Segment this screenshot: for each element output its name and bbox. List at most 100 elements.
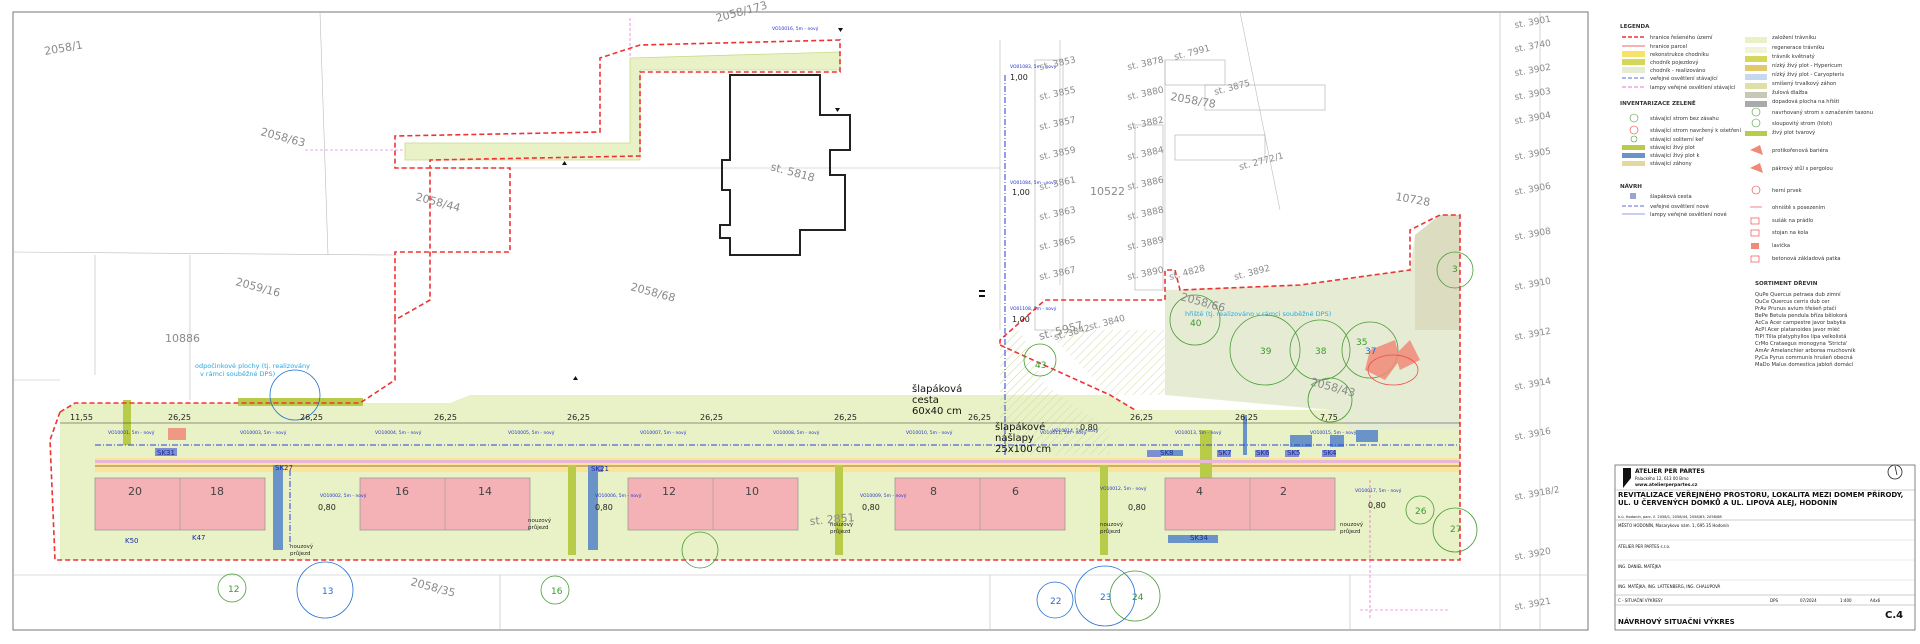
legend-item: veřejné osvětlení stávající bbox=[1650, 75, 1718, 82]
st-label: st. 3921 bbox=[1514, 597, 1552, 613]
note-paving-60x40: šlapáková bbox=[912, 383, 962, 395]
passage-label: průjezd bbox=[1100, 528, 1121, 535]
legend-item: navrhovaný strom s označením taxonu bbox=[1772, 109, 1873, 116]
passage-label: průjezd bbox=[830, 528, 851, 535]
dimension-value: 26,25 bbox=[834, 413, 857, 422]
legend-item: stávající soliterní keř bbox=[1650, 136, 1704, 143]
house-number: 10 bbox=[745, 485, 759, 498]
legend-item: rekonstrukce chodníku bbox=[1650, 51, 1709, 58]
firm-name: ATELIER PER PARTES bbox=[1635, 468, 1705, 475]
investor: MĚSTO HODONÍN, Masarykovo nám. 1, 695 35… bbox=[1618, 523, 1729, 528]
species-row: PrAv Prunus avium třešeň ptačí bbox=[1755, 305, 1837, 312]
format: A4x6 bbox=[1870, 598, 1881, 603]
legend-section-title: NÁVRH bbox=[1620, 183, 1642, 190]
dimension-value: 0,80 bbox=[318, 503, 336, 512]
markers bbox=[562, 28, 985, 380]
lamp-label: VO10010, 5m - nový bbox=[906, 429, 953, 436]
tree-number: 24 bbox=[1132, 593, 1144, 603]
scale: 1:400 bbox=[1840, 598, 1852, 603]
legend-item: hranice parcel bbox=[1650, 44, 1687, 50]
designer: ATELIER PER PARTES s.r.o. bbox=[1618, 544, 1670, 549]
lamp-label: VO10001, 5m - nový bbox=[108, 429, 155, 436]
house-number: 20 bbox=[128, 485, 142, 498]
tree-number: 26 bbox=[1415, 507, 1427, 517]
lamp-label: VO10007, 5m - nový bbox=[640, 429, 687, 436]
st-label: st. 3880 bbox=[1127, 85, 1165, 102]
dimension-value: 11,55 bbox=[70, 413, 93, 422]
legend-item: chodník pojezdový bbox=[1650, 59, 1698, 66]
lamp-label: VO10012, 5m - nový bbox=[1100, 485, 1147, 492]
legend-section-title: SORTIMENT DŘEVIN bbox=[1755, 280, 1818, 287]
dimension-value: 26,25 bbox=[300, 413, 323, 422]
house-number: 12 bbox=[662, 485, 676, 498]
dimension-value: 1,00 bbox=[1012, 188, 1030, 197]
project-address: k.ú. Hodonín, parc. č. 2058/1, 2058/44, … bbox=[1618, 515, 1722, 519]
bin-label: SK6 bbox=[1256, 449, 1270, 457]
note-cyan: v rámci souběžné DPS) bbox=[200, 370, 275, 378]
legend-item: nízký živý plot - Caryopteris bbox=[1772, 71, 1844, 78]
legend-item: stávající strom bez zásahu bbox=[1650, 115, 1719, 122]
st-label: st. 3886 bbox=[1127, 175, 1165, 192]
legend-item: založení trávníku bbox=[1772, 34, 1816, 41]
st-label: st. 3855 bbox=[1039, 85, 1077, 102]
bin-label: K50 bbox=[125, 537, 139, 545]
tree-number: 27 bbox=[1450, 525, 1461, 535]
passage-label: průjezd bbox=[290, 550, 311, 557]
tree-number: 43 bbox=[1035, 361, 1046, 371]
legend-item: protikořenová bariéra bbox=[1772, 147, 1828, 154]
bin-label: SK34 bbox=[1190, 534, 1208, 542]
st-label: st. 3859 bbox=[1039, 145, 1077, 162]
st-label: st. 3904 bbox=[1514, 111, 1552, 127]
st-label: st. 3865 bbox=[1039, 235, 1077, 252]
stage: DPS bbox=[1770, 598, 1778, 603]
project-title: UL. U ČERVENÝCH DOMKŮ A UL. LIPOVÁ ALEJ,… bbox=[1618, 498, 1837, 507]
species-row: MaDo Malus domestica jabloň domácí bbox=[1755, 361, 1854, 368]
drawing-title: NÁVRHOVÝ SITUAČNÍ VÝKRES bbox=[1618, 617, 1735, 626]
legend-item: stojan na kola bbox=[1772, 230, 1808, 236]
passage-label: průjezd bbox=[1340, 528, 1361, 535]
legend-item: stávající živý plot bbox=[1650, 144, 1695, 151]
bin-label: SK27 bbox=[275, 464, 293, 472]
legend-item: stávající živý plot k bbox=[1650, 152, 1700, 159]
legend-item: stávající strom navržený k ošetření bbox=[1650, 127, 1741, 134]
parcel-label: 2058/68 bbox=[629, 280, 677, 304]
legend-item: ohniště s posezením bbox=[1772, 204, 1825, 211]
st-label: st. 3888 bbox=[1127, 205, 1165, 222]
species-row: QuCe Quercus cerris dub cer bbox=[1755, 299, 1830, 305]
dimension-value: 26,25 bbox=[700, 413, 723, 422]
parcel-label: 2058/78 bbox=[1169, 90, 1216, 111]
site-plan-drawing: 2058/1 2058/63 2058/44 2059/16 2058/68 1… bbox=[12, 0, 1916, 631]
lamp-label: VO10003, 5m - nový bbox=[240, 429, 287, 436]
legend-item: lavička bbox=[1772, 242, 1790, 249]
species-row: BePe Betula pendula bříza bělokorá bbox=[1755, 312, 1847, 319]
responsible: ING. DANIEL MATĚJKA bbox=[1618, 564, 1661, 569]
st-label: st. 3853 bbox=[1039, 55, 1077, 72]
st-label: st. 3901 bbox=[1514, 15, 1552, 31]
st-label: st. 3892 bbox=[1233, 264, 1271, 283]
house-number: 8 bbox=[930, 485, 937, 498]
dimension-value: 0,80 bbox=[1128, 503, 1146, 512]
legend-item: hranice řešeného území bbox=[1650, 34, 1713, 41]
parcel-label: 10728 bbox=[1394, 190, 1431, 209]
note-paving-25x100: nášlapy bbox=[995, 432, 1034, 444]
top-road-strip bbox=[404, 51, 841, 161]
legend-item: betonová základová patka bbox=[1772, 255, 1841, 262]
st-label: st. 3914 bbox=[1514, 377, 1552, 393]
firm-address: Palackého 12, 613 00 Brno bbox=[1635, 476, 1689, 481]
tree-number: 35 bbox=[1356, 338, 1367, 348]
tree-number: 13 bbox=[322, 587, 333, 597]
parcel-label: 2059/16 bbox=[234, 275, 282, 299]
legend-item: pákrový stůl s pergolou bbox=[1772, 165, 1833, 172]
st-label: st. 4828 bbox=[1168, 264, 1206, 283]
dimension-value: 26,25 bbox=[434, 413, 457, 422]
legend-item: nízký živý plot - Hypericum bbox=[1772, 62, 1842, 69]
lamp-label: VO10015, 5m - nový bbox=[1310, 429, 1357, 436]
st-label: st. 3912 bbox=[1514, 327, 1552, 343]
species-row: AcPl Acer platanoides javor mléč bbox=[1755, 326, 1840, 333]
bin-label: SK5 bbox=[1287, 449, 1301, 457]
legend-item: lampy veřejné osvětlení stávající bbox=[1650, 84, 1736, 91]
parcel-label: st. 5818 bbox=[769, 160, 816, 184]
st-label: st. 3920 bbox=[1514, 547, 1552, 563]
legend-item: sušák na prádlo bbox=[1772, 217, 1813, 224]
st-label: st. 3875 bbox=[1213, 79, 1251, 98]
